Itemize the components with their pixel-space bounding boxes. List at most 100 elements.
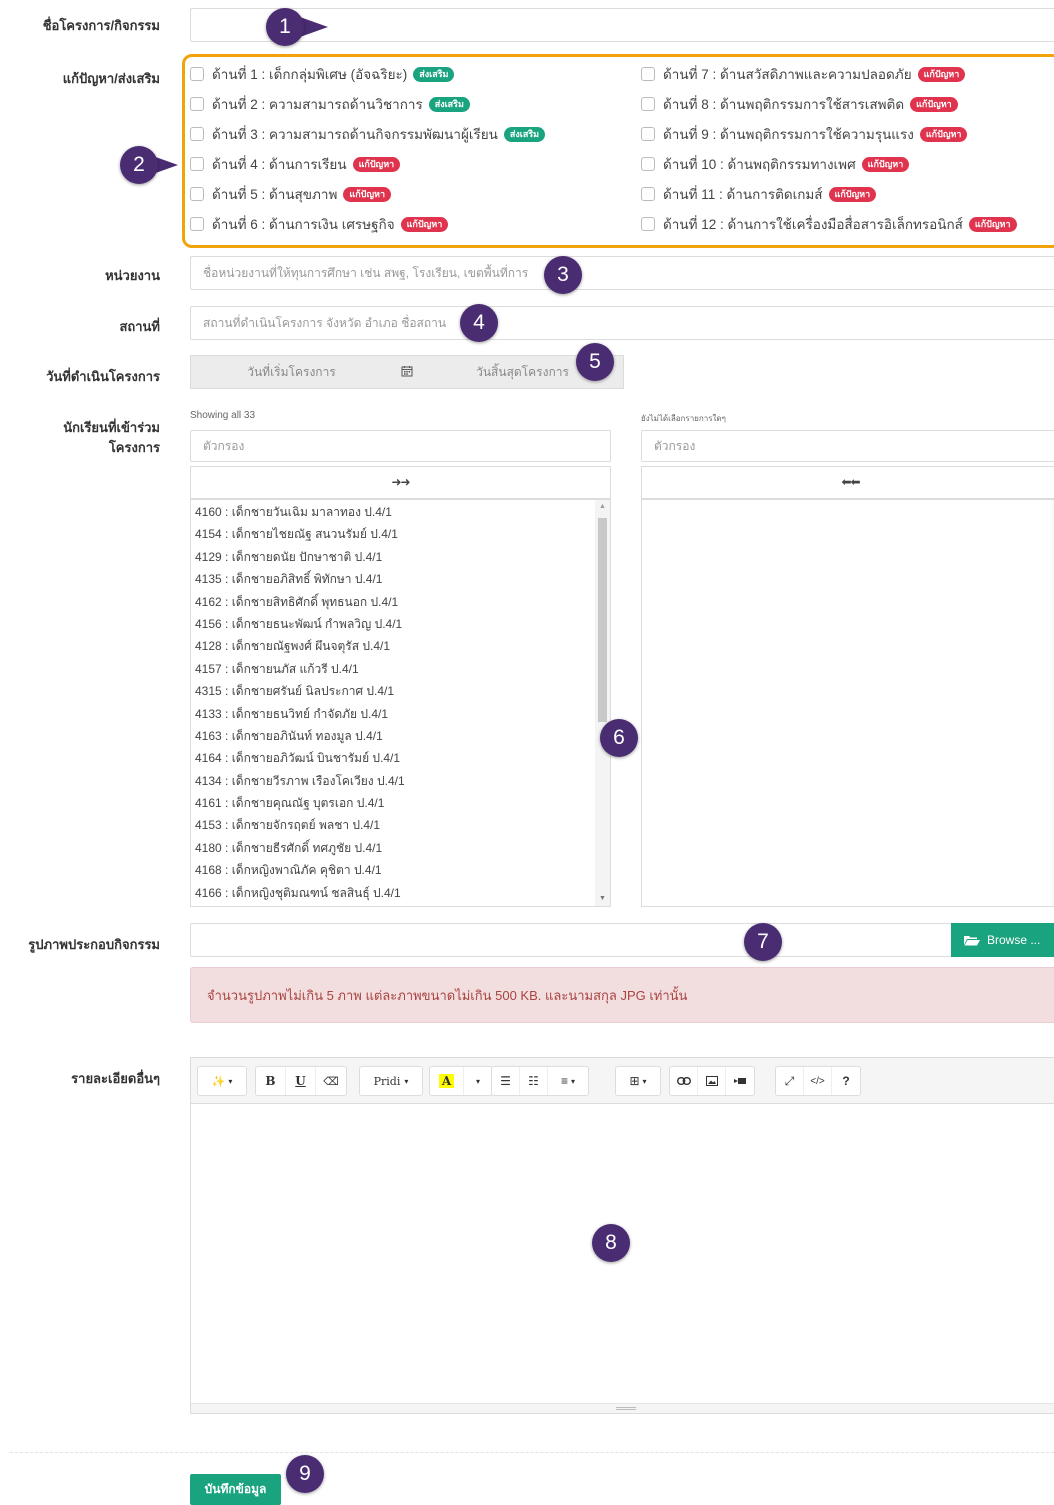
remove-all-button[interactable]: ⬅⬅ [641, 466, 1054, 499]
student-list-item[interactable]: 4315 : เด็กชายศรันย์ นิลประกาศ ป.4/1 [193, 680, 593, 702]
help-icon[interactable]: ? [832, 1067, 860, 1095]
selected-students-list[interactable] [641, 499, 1054, 907]
fullscreen-icon[interactable]: ⤢ [776, 1067, 804, 1095]
video-icon[interactable] [726, 1067, 754, 1095]
problem-badge: แก้ปัญหา [861, 156, 910, 172]
students-label-line1: นักเรียนที่เข้าร่วม [63, 420, 160, 435]
text-color-button[interactable]: A [430, 1067, 464, 1095]
scroll-up-icon[interactable]: ▲ [595, 500, 610, 514]
student-list-item[interactable]: 4160 : เด็กชายวันเฉิม มาลาทอง ป.4/1 [193, 501, 593, 523]
right-list-info: ยังไม่ได้เลือกรายการใดๆ [641, 414, 726, 423]
align-dropdown-button[interactable]: ≡ ▾ [548, 1067, 588, 1095]
color-dropdown-button[interactable]: ▾ [464, 1067, 492, 1095]
right-filter-input[interactable]: ตัวกรอง [641, 430, 1054, 462]
student-list-item[interactable]: 4168 : เด็กหญิงพาณิภัค คุชิตา ป.4/1 [193, 859, 593, 881]
file-name-input[interactable] [190, 923, 952, 957]
available-students-list[interactable]: 4160 : เด็กชายวันเฉิม มาลาทอง ป.4/1 4154 … [190, 499, 611, 907]
category-checkbox[interactable] [190, 187, 204, 201]
magic-wand-icon: ✨ [211, 1075, 226, 1088]
student-list-item[interactable]: 4180 : เด็กชายธีรศักดิ์ ทศภูชัย ป.4/1 [193, 837, 593, 859]
student-list-item[interactable]: 4166 : เด็กหญิงชุติมณฑน์ ชลสินธุ์ ป.4/1 [193, 882, 593, 904]
category-checkbox[interactable] [190, 127, 204, 141]
eraser-icon[interactable]: ⌫ [316, 1067, 346, 1095]
submit-button[interactable]: บันทึกข้อมูล [190, 1474, 281, 1505]
category-checkbox[interactable] [641, 157, 655, 171]
category-option[interactable]: ด้านที่ 1 : เด็กกลุ่มพิเศษ (อัจฉริยะ) ส่ง… [190, 63, 455, 85]
font-name-value: Pridi [373, 1074, 401, 1088]
move-all-button[interactable]: ➜➜ [190, 466, 611, 499]
table-group: ⊞ ▾ [615, 1066, 661, 1096]
annotation-marker-9: 9 [286, 1455, 324, 1493]
annotation-marker-2: 2 [120, 146, 158, 184]
category-option-label: ด้านที่ 10 : ด้านพฤติกรรมทางเพศ [663, 157, 856, 172]
editor-toolbar: ✨ ▾ B U ⌫ Pridi ▾ A ▾ ☰ ☷ ≡ ▾ ⊞ ▾ ⤢ </> … [191, 1058, 1054, 1104]
category-option[interactable]: ด้านที่ 4 : ด้านการเรียน แก้ปัญหา [190, 153, 401, 175]
category-option[interactable]: ด้านที่ 6 : ด้านการเงิน เศรษฐกิจ แก้ปัญหา [190, 213, 449, 235]
insert-group [669, 1066, 755, 1096]
date-range: วันที่เริ่มโครงการ วันสิ้นสุดโครงการ [190, 355, 624, 389]
date-label: วันที่ดำเนินโครงการ [46, 369, 160, 384]
student-list-item[interactable]: 4134 : เด็กชายวีรภาพ เรืองโคเวียง ป.4/1 [193, 770, 593, 792]
list-scrollbar[interactable]: ▲ ▼ [595, 500, 610, 906]
student-items: 4160 : เด็กชายวันเฉิม มาลาทอง ป.4/1 4154 … [193, 501, 593, 904]
category-option[interactable]: ด้านที่ 11 : ด้านการติดเกมส์ แก้ปัญหา [641, 183, 877, 205]
student-list-item[interactable]: 4129 : เด็กชายดนัย ปักษาชาติ ป.4/1 [193, 546, 593, 568]
table-icon: ⊞ [629, 1074, 640, 1088]
category-checkbox[interactable] [641, 217, 655, 231]
style-group: ✨ ▾ [197, 1066, 247, 1096]
picture-icon[interactable] [698, 1067, 726, 1095]
link-icon[interactable] [670, 1067, 698, 1095]
unordered-list-icon[interactable]: ☰ [492, 1067, 520, 1095]
category-checkbox[interactable] [641, 67, 655, 81]
problem-badge: แก้ปัญหา [343, 186, 392, 202]
category-checkbox[interactable] [641, 97, 655, 111]
student-list-item[interactable]: 4128 : เด็กชายณัฐพงศ์ ผึนจตุรัส ป.4/1 [193, 635, 593, 657]
student-list-item[interactable]: 4156 : เด็กชายธนะพัฒน์ กำพลวิญ ป.4/1 [193, 613, 593, 635]
student-list-item[interactable]: 4163 : เด็กชายอภินันท์ ทองมูล ป.4/1 [193, 725, 593, 747]
student-list-item[interactable]: 4157 : เด็กชายนภัส แก้วรี ป.4/1 [193, 658, 593, 680]
category-checkbox[interactable] [190, 217, 204, 231]
browse-button[interactable]: Browse ... [951, 923, 1054, 957]
underline-button[interactable]: U [286, 1067, 316, 1095]
category-option[interactable]: ด้านที่ 12 : ด้านการใช้เครื่องมือสื่อสาร… [641, 213, 1017, 235]
category-option[interactable]: ด้านที่ 2 : ความสามารถด้านวิชาการ ส่งเสริ… [190, 93, 470, 115]
category-option-label: ด้านที่ 12 : ด้านการใช้เครื่องมือสื่อสาร… [663, 217, 963, 232]
start-date-input[interactable]: วันที่เริ่มโครงการ [191, 363, 392, 382]
scrollbar-thumb[interactable] [598, 518, 607, 722]
student-list-item[interactable]: 4153 : เด็กชายจักรฤตย์ พลชา ป.4/1 [193, 814, 593, 836]
category-option[interactable]: ด้านที่ 10 : ด้านพฤติกรรมทางเพศ แก้ปัญหา [641, 153, 910, 175]
student-list-item[interactable]: 4162 : เด็กชายสิทธิศักดิ์ พุทธนอก ป.4/1 [193, 591, 593, 613]
student-list-item[interactable]: 4154 : เด็กชายไชยณัฐ สนวนรัมย์ ป.4/1 [193, 523, 593, 545]
category-option[interactable]: ด้านที่ 5 : ด้านสุขภาพ แก้ปัญหา [190, 183, 392, 205]
problem-badge: แก้ปัญหา [910, 96, 958, 112]
category-option[interactable]: ด้านที่ 3 : ความสามารถด้านกิจกรรมพัฒนาผู… [190, 123, 546, 145]
upload-alert-text: จำนวนรูปภาพไม่เกิน 5 ภาพ แต่ละภาพขนาดไม่… [207, 987, 688, 1003]
student-list-item[interactable]: 4133 : เด็กชายธนวิทย์ กำจัดภัย ป.4/1 [193, 703, 593, 725]
place-input[interactable]: สถานที่ดำเนินโครงการ จังหวัด อำเภอ ชื่อส… [190, 306, 1054, 340]
color-group: A ▾ [429, 1066, 493, 1096]
editor-resize-handle[interactable] [191, 1403, 1054, 1413]
category-option[interactable]: ด้านที่ 7 : ด้านสวัสดิภาพและความปลอดภัย แ… [641, 63, 966, 85]
category-option[interactable]: ด้านที่ 9 : ด้านพฤติกรรมการใช้ความรุนแรง… [641, 123, 968, 145]
agency-input[interactable]: ชื่อหน่วยงานที่ให้ทุนการศึกษา เช่น สพฐ, … [190, 256, 1054, 290]
student-list-item[interactable]: 4135 : เด็กชายอภิสิทธิ์ พิทักษา ป.4/1 [193, 568, 593, 590]
font-name-dropdown[interactable]: Pridi ▾ [360, 1067, 422, 1095]
category-checkbox[interactable] [190, 157, 204, 171]
left-filter-input[interactable]: ตัวกรอง [190, 430, 611, 462]
magic-style-button[interactable]: ✨ ▾ [198, 1067, 246, 1095]
category-option-label: ด้านที่ 2 : ความสามารถด้านวิชาการ [212, 97, 423, 112]
student-list-item[interactable]: 4164 : เด็กชายอภิวัฒน์ บินชารัมย์ ป.4/1 [193, 747, 593, 769]
category-option-label: ด้านที่ 11 : ด้านการติดเกมส์ [663, 187, 823, 202]
code-view-icon[interactable]: </> [804, 1067, 832, 1095]
table-dropdown-button[interactable]: ⊞ ▾ [616, 1067, 660, 1095]
promote-badge: ส่งเสริม [413, 66, 455, 82]
scroll-down-icon[interactable]: ▼ [595, 892, 610, 906]
category-option[interactable]: ด้านที่ 8 : ด้านพฤติกรรมการใช้สารเสพติด แ… [641, 93, 958, 115]
category-checkbox[interactable] [641, 187, 655, 201]
student-list-item[interactable]: 4161 : เด็กชายคุณณัฐ บุตรเอก ป.4/1 [193, 792, 593, 814]
bold-button[interactable]: B [256, 1067, 286, 1095]
category-checkbox[interactable] [641, 127, 655, 141]
category-checkbox[interactable] [190, 67, 204, 81]
category-checkbox[interactable] [190, 97, 204, 111]
ordered-list-icon[interactable]: ☷ [520, 1067, 548, 1095]
